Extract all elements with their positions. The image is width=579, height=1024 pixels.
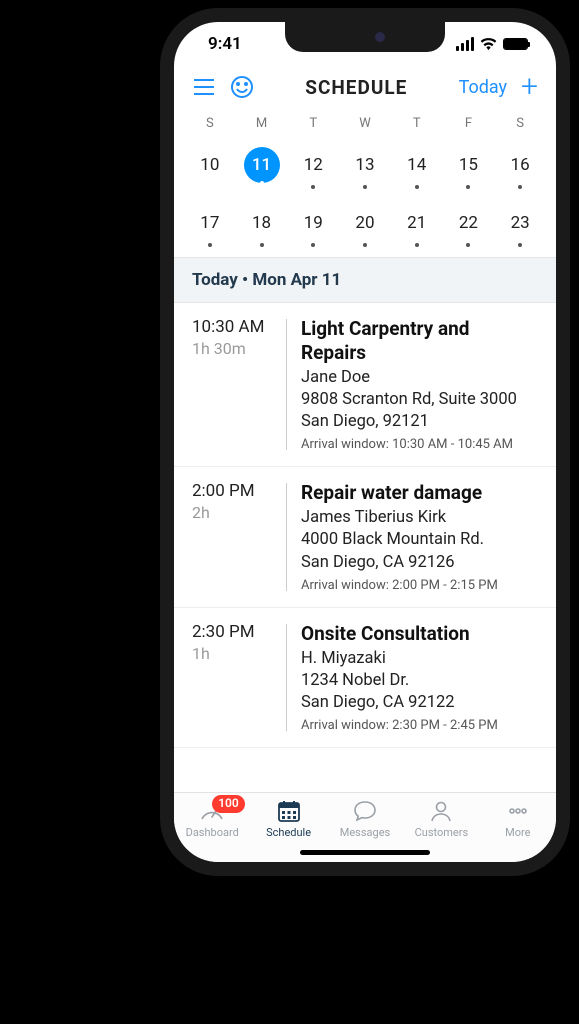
day-cell[interactable]: 10 [184,147,236,193]
weekday-label: S [184,116,236,131]
appointment-item[interactable]: 2:30 PM 1h Onsite ConsultationH. Miyazaki1… [174,608,556,749]
weekday-label: S [494,116,546,131]
chat-icon [352,799,378,823]
status-time: 9:41 [208,34,242,54]
appointment-duration: 1h 30m [192,339,282,358]
person-icon [428,799,454,823]
appointment-title: Light Carpentry and Repairs [301,317,538,365]
signal-icon [456,37,474,51]
notch [285,22,445,52]
day-cell[interactable]: 15 [443,147,495,193]
time-column: 2:00 PM 2h [192,481,282,593]
day-cell[interactable]: 23 [494,205,546,251]
appointment-duration: 2h [192,503,282,522]
weekday-label: T [287,116,339,131]
calendar-row: 17181920212223 [174,199,556,257]
address-line2: San Diego, CA 92122 [301,692,538,714]
day-cell[interactable]: 18 [236,205,288,251]
calendar-row: 10111213141516 [174,141,556,199]
appointment-body: Onsite ConsultationH. Miyazaki1234 Nobel… [301,622,538,734]
screen: 9:41 SCHEDULE Today + SMTWTFS 1011121314… [174,22,556,862]
calendar-icon [276,799,302,823]
divider [286,319,287,450]
day-cell[interactable]: 17 [184,205,236,251]
battery-icon [503,38,528,50]
divider [286,624,287,732]
time-column: 2:30 PM 1h [192,622,282,734]
more-icon [505,799,531,823]
smiley-icon[interactable] [230,75,254,99]
appointment-title: Onsite Consultation [301,622,538,646]
weekday-label: F [443,116,495,131]
day-cell[interactable]: 16 [494,147,546,193]
customer-name: James Tiberius Kirk [301,507,538,529]
arrival-window: Arrival window: 10:30 AM - 10:45 AM [301,437,538,452]
address-line1: 1234 Nobel Dr. [301,670,538,692]
appointment-item[interactable]: 10:30 AM 1h 30m Light Carpentry and Repair… [174,303,556,467]
day-cell[interactable]: 19 [287,205,339,251]
weekday-header: SMTWTFS [174,112,556,141]
weekday-label: W [339,116,391,131]
divider [286,483,287,591]
day-cell[interactable]: 13 [339,147,391,193]
section-header: Today • Mon Apr 11 [174,257,556,303]
appointment-body: Repair water damageJames Tiberius Kirk40… [301,481,538,593]
tab-more[interactable]: More [480,799,556,862]
appointment-time: 10:30 AM [192,317,282,337]
address-line1: 9808 Scranton Rd, Suite 3000 [301,389,538,411]
phone-frame: 9:41 SCHEDULE Today + SMTWTFS 1011121314… [160,8,570,876]
weekday-label: M [236,116,288,131]
menu-icon[interactable] [192,77,216,97]
customer-name: Jane Doe [301,367,538,389]
appointment-time: 2:00 PM [192,481,282,501]
weekday-label: T [391,116,443,131]
day-cell[interactable]: 22 [443,205,495,251]
arrival-window: Arrival window: 2:00 PM - 2:15 PM [301,578,538,593]
day-cell[interactable]: 12 [287,147,339,193]
tab-dashboard[interactable]: 100 Dashboard [174,799,250,862]
add-button[interactable]: + [521,72,538,102]
appointment-body: Light Carpentry and RepairsJane Doe9808 … [301,317,538,452]
nav-bar: SCHEDULE Today + [174,66,556,112]
day-cell[interactable]: 21 [391,205,443,251]
today-button[interactable]: Today [459,77,507,98]
appointment-title: Repair water damage [301,481,538,505]
home-indicator[interactable] [300,850,430,855]
day-cell[interactable]: 14 [391,147,443,193]
wifi-icon [480,38,497,51]
address-line2: San Diego, 92121 [301,411,538,433]
address-line1: 4000 Black Mountain Rd. [301,529,538,551]
appointment-time: 2:30 PM [192,622,282,642]
appointment-list[interactable]: 10:30 AM 1h 30m Light Carpentry and Repair… [174,303,556,792]
time-column: 10:30 AM 1h 30m [192,317,282,452]
arrival-window: Arrival window: 2:30 PM - 2:45 PM [301,718,538,733]
day-cell[interactable]: 11 [236,147,288,193]
day-cell[interactable]: 20 [339,205,391,251]
address-line2: San Diego, CA 92126 [301,552,538,574]
page-title: SCHEDULE [268,76,445,99]
appointment-duration: 1h [192,644,282,663]
customer-name: H. Miyazaki [301,648,538,670]
dashboard-badge: 100 [212,795,245,813]
appointment-item[interactable]: 2:00 PM 2h Repair water damageJames Tiberi… [174,467,556,608]
